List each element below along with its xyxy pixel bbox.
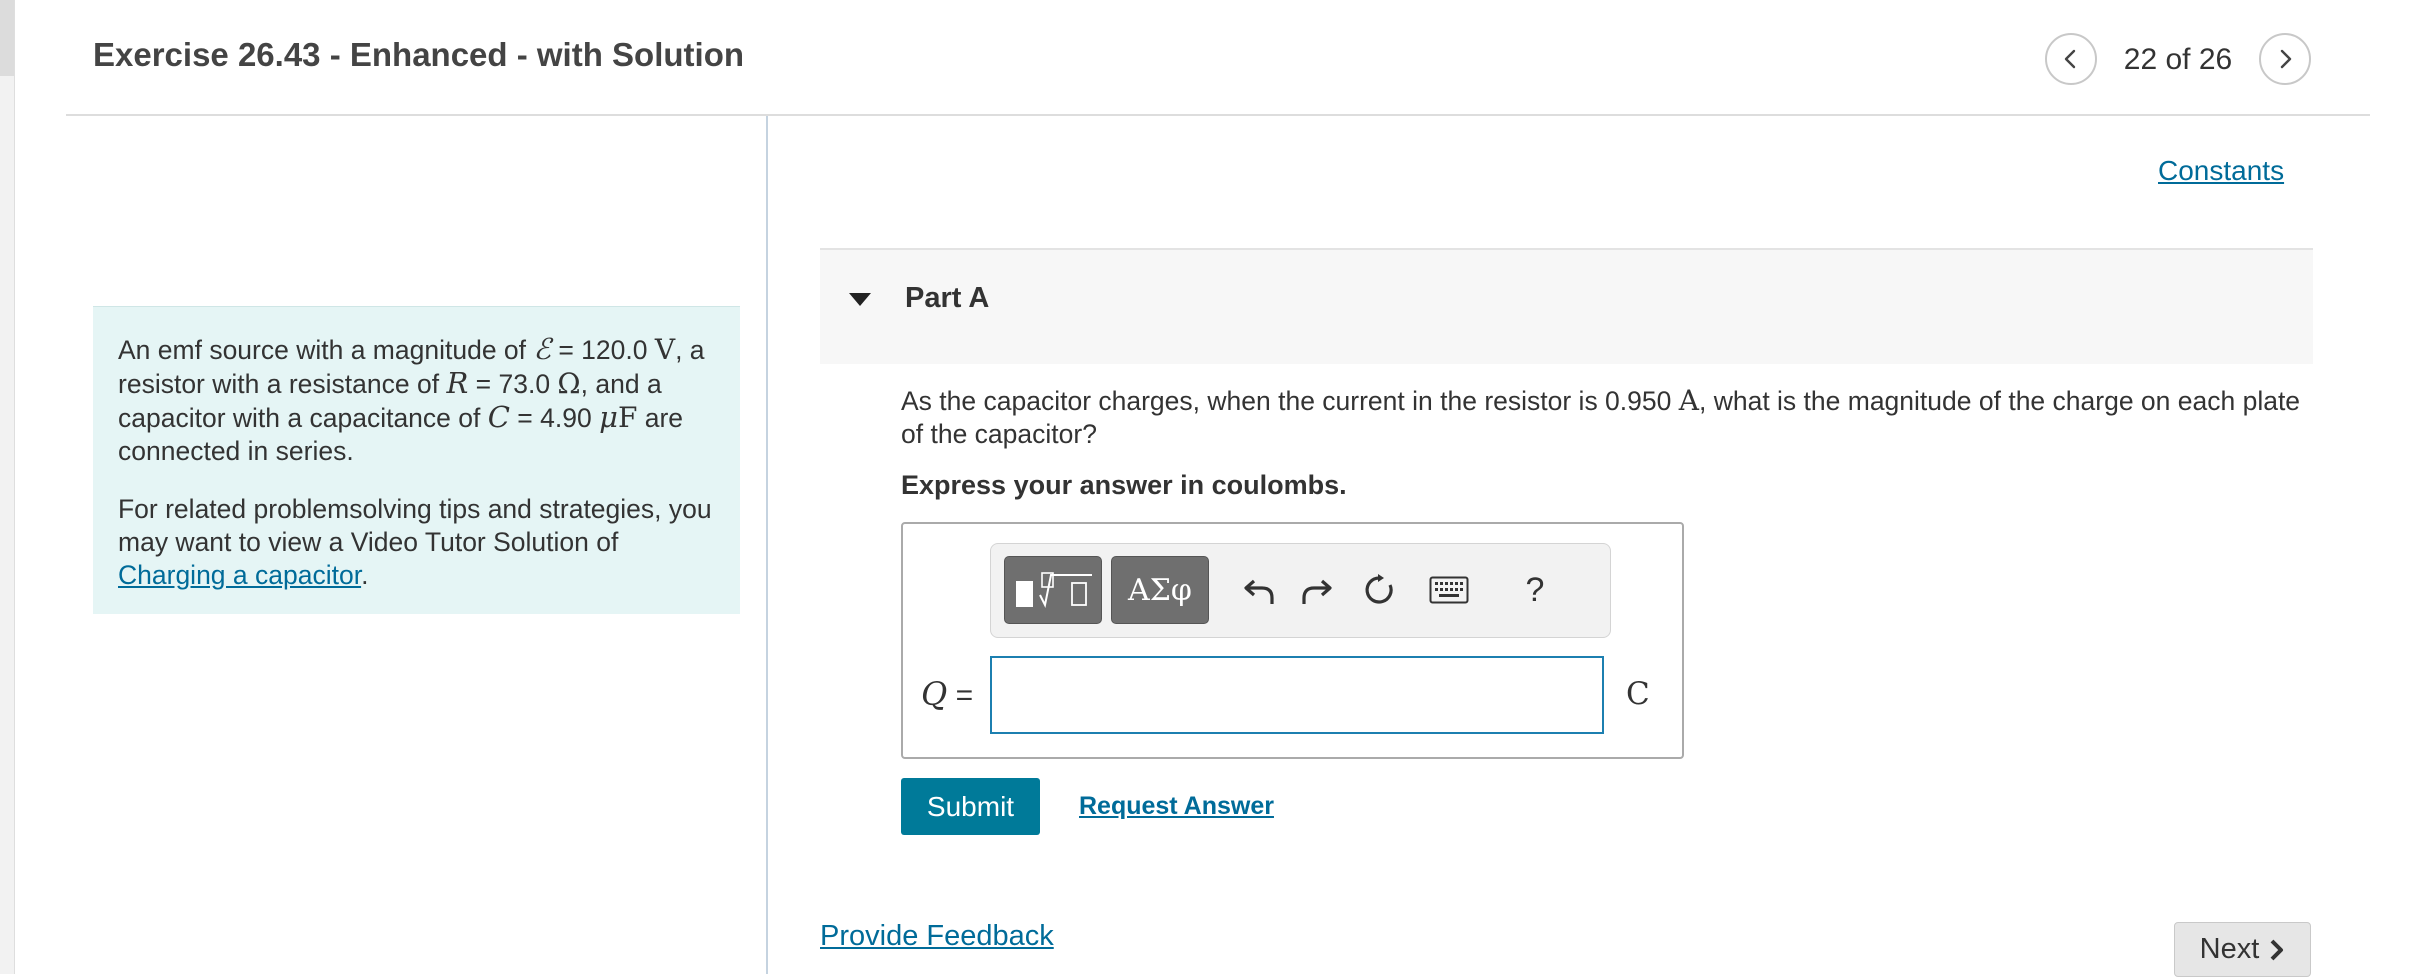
resistance-symbol: R [446, 366, 469, 400]
reset-button[interactable] [1351, 562, 1407, 618]
undo-icon [1244, 579, 1274, 604]
resistance-unit: Ω [557, 367, 581, 400]
next-page-label: Next [2199, 933, 2260, 965]
tutor-hint-text: For related problemsolving tips and stra… [118, 494, 712, 557]
problem-text: An emf source with a magnitude of ℰ = 12… [118, 333, 716, 468]
question-start: As the capacitor charges, when the curre… [901, 386, 1679, 416]
next-page-button[interactable]: Next [2174, 922, 2311, 977]
left-edge-strip [0, 0, 15, 974]
emf-symbol: ℰ [533, 332, 551, 366]
tutor-hint: For related problemsolving tips and stra… [118, 493, 716, 592]
item-counter: 22 of 26 [2123, 43, 2233, 76]
triangle-down-icon[interactable] [848, 290, 872, 308]
left-edge-tab [0, 0, 14, 76]
symbols-button[interactable]: ΑΣφ [1111, 556, 1209, 624]
page-title: Exercise 26.43 - Enhanced - with Solutio… [93, 36, 745, 73]
redo-button[interactable] [1289, 562, 1345, 618]
problem-statement: An emf source with a magnitude of ℰ = 12… [93, 306, 740, 614]
help-button[interactable]: ? [1507, 562, 1563, 618]
chevron-right-icon [2280, 49, 2292, 69]
question-unit: A [1678, 384, 1699, 417]
request-answer-link[interactable]: Request Answer [1079, 792, 1274, 821]
part-a-header[interactable]: Part A [820, 248, 2313, 364]
provide-feedback-link[interactable]: Provide Feedback [820, 920, 1054, 953]
header-divider [66, 114, 2370, 116]
column-divider [766, 116, 768, 974]
templates-icon [1016, 572, 1092, 609]
part-title: Part A [905, 282, 990, 314]
chevron-left-icon [2064, 49, 2076, 69]
question-text: As the capacitor charges, when the curre… [901, 384, 2311, 451]
answer-input[interactable] [990, 656, 1604, 734]
redo-icon [1302, 579, 1332, 604]
chevron-right-icon [2270, 939, 2284, 960]
answer-instruction: Express your answer in coulombs. [901, 470, 1347, 500]
capacitance-symbol: C [487, 400, 510, 434]
tutor-hint-end: . [361, 560, 369, 590]
next-item-button[interactable] [2259, 33, 2311, 85]
capacitance-unit: F [617, 401, 638, 434]
keyboard-icon [1429, 576, 1469, 604]
video-tutor-link[interactable]: Charging a capacitor [118, 560, 361, 590]
templates-button[interactable] [1004, 556, 1102, 624]
answer-unit: C [1626, 676, 1650, 712]
keyboard-button[interactable] [1421, 562, 1477, 618]
equals-sign: = [955, 679, 974, 712]
emf-unit: V [654, 333, 676, 366]
previous-item-button[interactable] [2045, 33, 2097, 85]
undo-button[interactable] [1231, 562, 1287, 618]
answer-variable: Q [921, 675, 948, 713]
submit-button[interactable]: Submit [901, 778, 1040, 835]
problem-text-1: An emf source with a magnitude of [118, 335, 534, 365]
resistance-value: = 73.0 [468, 369, 558, 399]
math-toolbar: ΑΣφ ? [990, 543, 1611, 638]
reset-icon [1365, 574, 1393, 604]
capacitance-value: = 4.90 [509, 403, 600, 433]
emf-value: = 120.0 [550, 335, 655, 365]
constants-link[interactable]: Constants [2158, 155, 2284, 187]
answer-variable-label: Q = [921, 675, 973, 713]
capacitance-unit-prefix: μ [599, 400, 618, 434]
